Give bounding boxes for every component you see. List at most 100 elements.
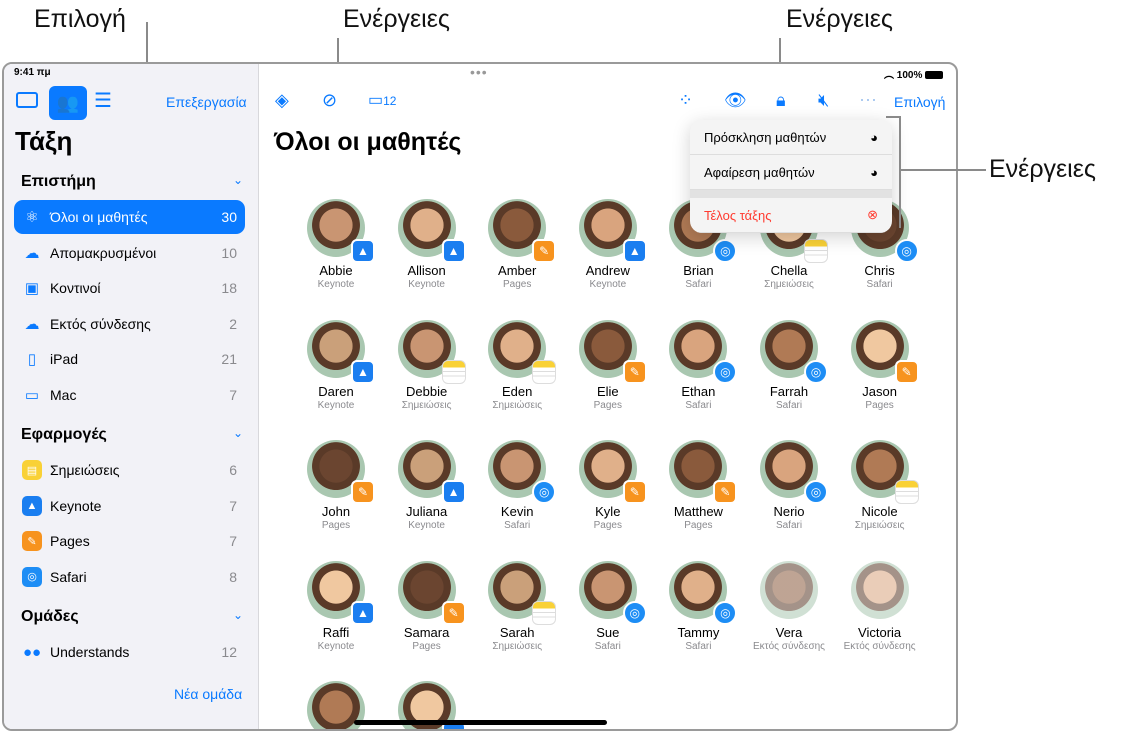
compass-icon[interactable]: ⊘ xyxy=(322,90,337,111)
sidebar-title: Τάξη xyxy=(15,126,73,156)
section-header[interactable]: Εφαρμογές ⌄ xyxy=(21,426,243,444)
mute-icon[interactable]: 🔇︎ xyxy=(818,90,829,111)
more-icon[interactable]: ⋯ xyxy=(859,90,877,111)
app-badge-icon xyxy=(532,600,557,625)
student-tile[interactable]: Sarah Σημειώσεις xyxy=(472,560,562,652)
student-tile[interactable]: ▲ Abbie Keynote xyxy=(291,199,381,290)
sidebar-item-count: 12 xyxy=(221,644,237,660)
sidebar-item-count: 2 xyxy=(229,315,237,332)
multitask-dots[interactable]: ••• xyxy=(470,64,488,80)
student-tile[interactable]: ✎ Samara Pages xyxy=(382,560,472,652)
edit-button[interactable]: Επεξεργασία xyxy=(166,94,247,110)
app-badge-icon: ◎ xyxy=(532,480,557,504)
sidebar-item[interactable]: ◎ Safari 8 xyxy=(14,560,245,594)
sidebar-item-label: Κοντινοί xyxy=(50,280,101,296)
student-tile[interactable]: ✎ Elie Pages xyxy=(563,319,653,411)
sidebar-item[interactable]: ✎ Pages 7 xyxy=(14,524,245,558)
student-name: Daren xyxy=(318,383,354,399)
student-tile[interactable]: ▲ Andrew Keynote xyxy=(563,199,653,290)
menu-item[interactable]: Αφαίρεση μαθητών ◕ xyxy=(690,155,892,190)
student-tile[interactable]: ◎ Nerio Safari xyxy=(744,440,834,531)
student-tile[interactable]: ▲ Allison Keynote xyxy=(382,199,472,290)
actions-menu: Πρόσκληση μαθητών ◕ Αφαίρεση μαθητών ◕ Τέλος… xyxy=(690,120,892,233)
keynote-icon: ▲ xyxy=(22,495,42,516)
sidebar-toggle-icon[interactable] xyxy=(16,92,38,108)
menu-item-label: Τέλος τάξης xyxy=(704,207,772,223)
menu-item[interactable]: Τέλος τάξης ⊗ xyxy=(690,198,892,233)
callout-actions-right: Ενέργειες xyxy=(786,5,893,33)
sidebar-item[interactable]: ▣ Κοντινοί 18 xyxy=(14,271,245,305)
student-tile[interactable]: Vera Εκτός σύνδεσης xyxy=(744,560,834,652)
student-tile[interactable]: ✎ Kyle Pages xyxy=(563,440,653,531)
student-avatar: ✎ xyxy=(850,319,919,384)
sidebar-item[interactable]: ▯ iPad 21 xyxy=(14,342,245,376)
layers-icon[interactable]: ◈ xyxy=(275,90,289,111)
sidebar-item-label: Απομακρυσμένοι xyxy=(50,244,157,261)
section-header[interactable]: Επιστήμη ⌄ xyxy=(21,173,243,191)
student-avatar: ✎ xyxy=(578,319,647,384)
student-tile[interactable]: ▲ Raffi Keynote xyxy=(291,560,381,652)
student-avatar: ▲ xyxy=(307,560,375,625)
sidebar-item-count: 21 xyxy=(221,351,237,367)
sidebar-item[interactable]: ▤ Σημειώσεις 6 xyxy=(14,453,245,487)
student-app: Safari xyxy=(685,640,712,652)
sidebar-item[interactable]: ☁ Απομακρυσμένοι 10 xyxy=(14,236,245,270)
sidebar-item[interactable]: ▭ Mac 7 xyxy=(14,378,245,412)
sidebar-item-count: 7 xyxy=(229,386,237,403)
inbox-button[interactable]: ▭12 xyxy=(368,90,396,110)
apps-grid-icon[interactable]: ⁘ xyxy=(678,90,693,111)
new-group-button[interactable]: Νέα ομάδα xyxy=(174,686,242,702)
student-avatar: ✎ xyxy=(669,440,738,504)
home-indicator[interactable] xyxy=(354,720,607,725)
chevron-down-icon[interactable]: ⌄ xyxy=(233,173,243,191)
sidebar-item-label: Understands xyxy=(50,644,130,660)
sidebar-item[interactable]: ▲ Keynote 7 xyxy=(14,489,245,523)
student-avatar: ▲ xyxy=(307,319,375,384)
student-tile[interactable]: ▲ Juliana Keynote xyxy=(382,440,472,531)
student-name: Abbie xyxy=(319,263,353,278)
chevron-down-icon[interactable]: ⌄ xyxy=(233,426,243,444)
app-badge-icon: ✎ xyxy=(532,239,557,263)
student-tile[interactable]: ▲ Daren Keynote xyxy=(291,319,381,411)
student-app: Σημειώσεις xyxy=(492,640,543,652)
app-badge-icon: ▲ xyxy=(351,359,375,384)
callout-bracket xyxy=(899,116,901,228)
chevron-down-icon[interactable]: ⌄ xyxy=(233,608,243,626)
sidebar-item-label: Όλοι οι μαθητές xyxy=(50,209,148,225)
student-tile[interactable]: ✎ Amber Pages xyxy=(472,199,562,290)
sidebar-item[interactable]: ☁ Εκτός σύνδεσης 2 xyxy=(14,307,245,341)
lock-icon[interactable]: 🔒︎ xyxy=(776,90,786,111)
select-button[interactable]: Επιλογή xyxy=(894,94,945,110)
student-tile[interactable]: ✎ Matthew Pages xyxy=(653,440,743,531)
sidebar-item-label: iPad xyxy=(50,351,79,367)
student-tile[interactable]: ◎ Sue Safari xyxy=(563,560,653,652)
safari-icon: ◎ xyxy=(22,566,42,587)
app-badge-icon: ▲ xyxy=(622,239,647,263)
section-header[interactable]: Ομάδες ⌄ xyxy=(21,608,243,626)
student-app: Pages xyxy=(684,520,713,531)
battery-icon xyxy=(925,71,944,80)
menu-item[interactable]: Πρόσκληση μαθητών ◕ xyxy=(690,120,892,155)
students-view-button[interactable]: 👥 xyxy=(49,86,87,120)
student-tile[interactable]: Victoria Εκτός σύνδεσης xyxy=(835,560,925,652)
student-tile[interactable]: ✎ John Pages xyxy=(291,440,381,531)
student-name: Samara xyxy=(403,624,450,640)
student-app: Safari xyxy=(866,279,893,290)
sidebar-item-count: 7 xyxy=(229,497,237,514)
list-view-icon[interactable]: ☰ xyxy=(94,88,112,113)
student-tile[interactable]: Nicole Σημειώσεις xyxy=(835,440,925,531)
sidebar-item[interactable]: ●● Understands 12 xyxy=(14,635,245,669)
atom-icon: ⚛ xyxy=(25,209,39,226)
student-tile[interactable]: ◎ Kevin Safari xyxy=(472,440,562,531)
sidebar-item[interactable]: ⚛ Όλοι οι μαθητές 30 xyxy=(14,200,245,234)
student-tile[interactable]: ✎ Jason Pages xyxy=(835,319,925,411)
student-tile[interactable]: ◎ Tammy Safari xyxy=(653,560,743,652)
student-avatar xyxy=(488,560,557,625)
sidebar-item-label: Safari xyxy=(50,568,87,585)
student-tile[interactable]: Debbie Σημειώσεις xyxy=(382,319,472,411)
student-tile[interactable]: ◎ Farrah Safari xyxy=(744,319,834,411)
hide-screens-icon[interactable]: 👁 xyxy=(724,90,747,111)
student-tile[interactable]: Eden Σημειώσεις xyxy=(472,319,562,411)
student-app: Keynote xyxy=(408,520,445,531)
student-tile[interactable]: ◎ Ethan Safari xyxy=(653,319,743,411)
